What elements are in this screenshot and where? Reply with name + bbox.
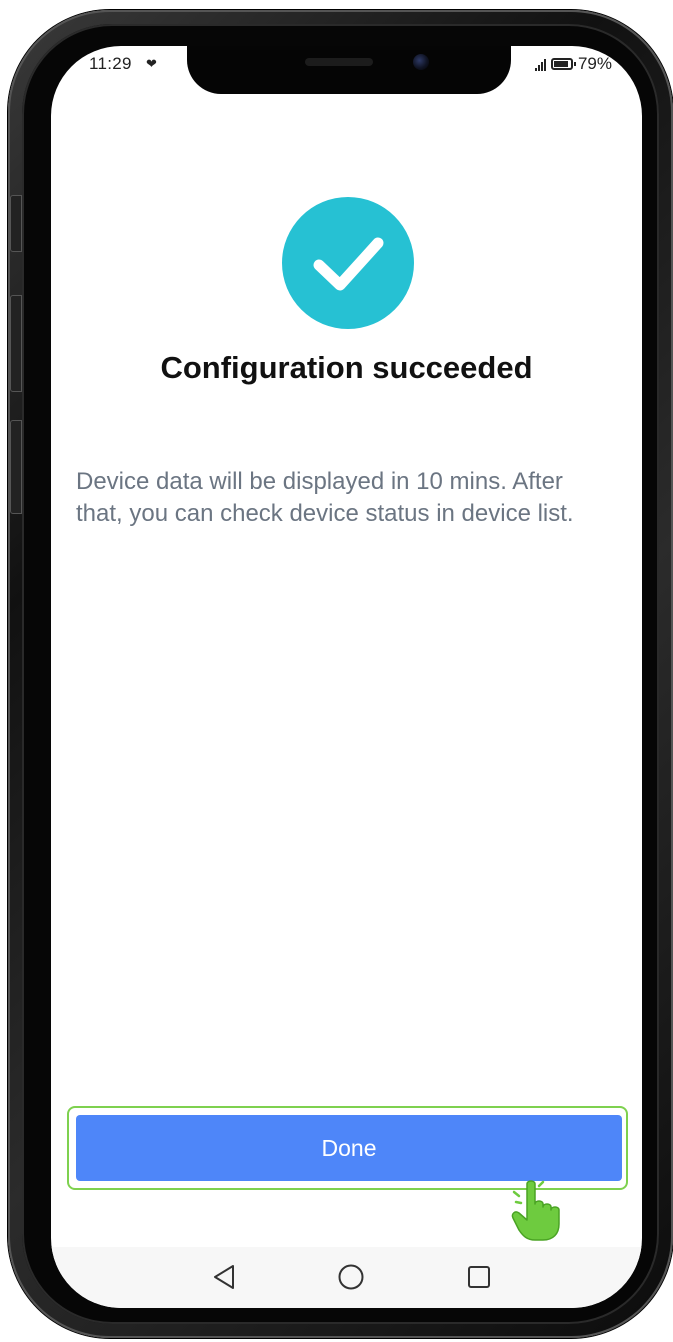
home-circle-icon[interactable]	[333, 1259, 369, 1295]
speaker-grille	[305, 58, 373, 66]
signal-icon	[534, 57, 546, 71]
side-button	[10, 195, 22, 252]
recents-square-icon[interactable]	[461, 1259, 497, 1295]
status-indicators: 79%	[534, 54, 612, 74]
hand-pointer-icon	[509, 1178, 565, 1242]
check-circle-icon	[282, 197, 414, 329]
front-camera-icon	[413, 54, 429, 70]
side-button	[10, 295, 22, 392]
battery-percent: 79%	[577, 54, 612, 73]
heart-shield-icon: ❤	[146, 56, 157, 71]
description-text: Device data will be displayed in 10 mins…	[76, 468, 574, 527]
status-time: 11:29	[89, 54, 132, 73]
done-button[interactable]: Done	[76, 1115, 622, 1181]
phone-screen: 11:29 ❤ 79% Configuration succeeded Devi…	[51, 46, 642, 1308]
back-triangle-icon[interactable]	[206, 1259, 242, 1295]
page-title: Configuration succeeded	[160, 350, 533, 385]
camera-notch	[187, 46, 511, 94]
system-navigation-bar	[51, 1247, 642, 1308]
battery-icon	[550, 58, 576, 70]
side-button	[10, 420, 22, 514]
